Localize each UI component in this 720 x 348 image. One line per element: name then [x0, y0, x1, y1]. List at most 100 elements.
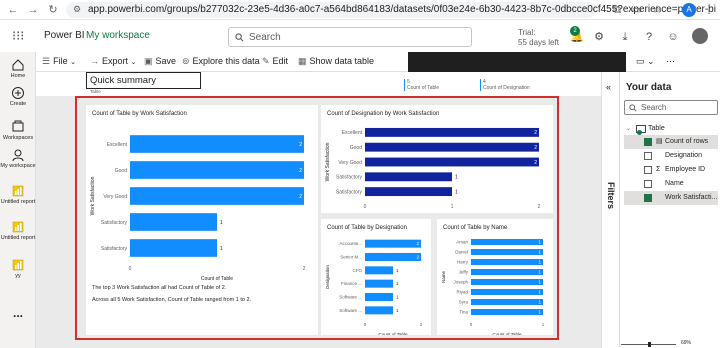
- field-name[interactable]: Name: [624, 177, 718, 191]
- search-icon: [235, 33, 244, 42]
- bar-chart: NameAman 1Daniel 1Harry 1Jeffy 1Joseph 1Riyad…: [441, 239, 545, 335]
- bar-chart: DesignationAccounte... 2Senior M... 2CFO 1F…: [325, 239, 423, 335]
- data-label: 1: [396, 281, 399, 286]
- category-label: Satisfactory: [336, 175, 363, 181]
- bar: [130, 161, 304, 179]
- y-axis-label: Work Satisfaction: [90, 176, 96, 215]
- data-search-input[interactable]: Search: [624, 100, 718, 115]
- chart-card-table-by-designation[interactable]: Count of Table by Designation Designatio…: [321, 219, 431, 335]
- report-icon: [12, 259, 24, 271]
- checkbox-icon[interactable]: [644, 152, 652, 160]
- export-menu[interactable]: → Export ⌄: [90, 56, 136, 66]
- workspace-link[interactable]: My workspace: [86, 30, 150, 41]
- table-node[interactable]: ⌄ Table: [624, 122, 718, 136]
- bar: [365, 127, 539, 137]
- profile-avatar[interactable]: A: [682, 3, 696, 17]
- bar: [130, 239, 217, 257]
- kpi-card: 5 Count of Table: [404, 79, 439, 91]
- checkbox-checked-icon[interactable]: [644, 138, 652, 146]
- chart-card-table-by-name[interactable]: Count of Table by Name Name Aman 1 Daniel 1 H…: [437, 219, 553, 335]
- nav-untitled-report-2[interactable]: Untitled report: [0, 220, 36, 242]
- chevron-down-icon: ⌄: [70, 59, 76, 66]
- nav-home[interactable]: Home: [0, 58, 36, 80]
- file-icon: ☰: [42, 56, 51, 66]
- bar: [130, 187, 304, 205]
- app-launcher-icon[interactable]: ⁝⁝⁝: [12, 28, 24, 44]
- field-employee-id[interactable]: Σ Employee ID: [624, 163, 718, 177]
- forward-icon[interactable]: →: [26, 3, 40, 17]
- summary-line-1: The top 3 Work Satisfaction all had Coun…: [92, 285, 227, 291]
- bar: [471, 269, 543, 275]
- more-options-icon[interactable]: ⋯: [666, 56, 675, 67]
- zoom-control[interactable]: 69%: [601, 340, 720, 348]
- download-icon[interactable]: ⤓: [618, 30, 632, 44]
- category-label: Satisfactory: [101, 220, 128, 226]
- ribbon-overlay: [408, 52, 626, 72]
- nav-untitled-report-1[interactable]: Untitled report: [0, 184, 36, 206]
- category-label: Tina: [459, 310, 468, 315]
- nav-my-workspace[interactable]: My workspace: [0, 148, 36, 170]
- browser-menu-icon[interactable]: ⋮: [702, 3, 716, 17]
- chart-title: Count of Table by Designation: [327, 225, 407, 231]
- save-button[interactable]: ▣ Save: [144, 56, 176, 67]
- extensions-icon[interactable]: ⧉: [610, 3, 624, 17]
- app-name[interactable]: Power BI: [44, 30, 85, 41]
- data-label: 1: [455, 189, 458, 195]
- file-menu[interactable]: ☰ File ⌄: [42, 56, 76, 67]
- favorites-icon[interactable]: ☆: [650, 3, 664, 17]
- checkbox-icon[interactable]: [644, 180, 652, 188]
- more-icon[interactable]: ...: [0, 306, 36, 320]
- expand-icon[interactable]: «: [606, 82, 611, 92]
- data-label: 2: [299, 194, 302, 200]
- category-label: Very Good: [103, 194, 127, 200]
- search-input[interactable]: Search: [228, 27, 472, 47]
- category-label: Excellent: [107, 142, 128, 148]
- kpi-label: Count of Designation: [483, 85, 530, 91]
- category-label: Good: [115, 168, 127, 174]
- tick-label: 0: [470, 322, 473, 327]
- edit-icon: ✎: [262, 56, 270, 66]
- chevron-down-icon: ⌄: [626, 126, 632, 132]
- bar: [471, 249, 543, 255]
- sidebar-icon[interactable]: ▭: [630, 3, 644, 17]
- bar: [471, 299, 543, 305]
- filters-pane-collapsed[interactable]: « Filters: [601, 72, 619, 348]
- tick-label: 2: [303, 266, 306, 272]
- category-label: Daniel: [455, 250, 468, 255]
- help-icon[interactable]: ?: [642, 30, 656, 44]
- nav-yy[interactable]: yy: [0, 258, 36, 280]
- bar: [365, 253, 421, 261]
- address-bar[interactable]: ⚙ app.powerbi.com/groups/b277032c-23e5-4…: [66, 2, 716, 18]
- field-count-of-rows[interactable]: ▤ Count of rows: [624, 135, 718, 149]
- bar: [365, 266, 393, 275]
- data-label: 1: [396, 308, 399, 313]
- calculator-icon: ▤: [656, 138, 663, 145]
- tick-label: 0: [364, 204, 367, 210]
- nav-workspaces[interactable]: Workspaces: [0, 120, 36, 142]
- bar: [365, 172, 452, 182]
- report-title[interactable]: Quick summary: [86, 72, 201, 89]
- nav-create[interactable]: Create: [0, 86, 36, 108]
- feedback-icon[interactable]: ☺: [666, 30, 680, 44]
- category-label: Riyad: [456, 290, 468, 295]
- chevron-down-icon: ⌄: [130, 59, 137, 66]
- account-avatar[interactable]: [692, 28, 708, 44]
- checkbox-checked-icon[interactable]: [644, 194, 652, 202]
- reload-icon[interactable]: ↻: [46, 3, 60, 17]
- checkbox-icon[interactable]: [644, 166, 652, 174]
- view-menu[interactable]: ▭ ⌄: [636, 56, 655, 67]
- back-icon[interactable]: ←: [6, 3, 20, 17]
- y-axis-label: Name: [441, 271, 446, 284]
- field-work-satisfaction[interactable]: Work Satisfacti...: [624, 191, 718, 205]
- show-data-table-button[interactable]: ▦ Show data table: [298, 56, 374, 67]
- edit-button[interactable]: ✎ Edit: [262, 56, 288, 67]
- chart-card-work-satisfaction[interactable]: Count of Table by Work Satisfaction Work…: [86, 105, 318, 335]
- zoom-slider-thumb[interactable]: [648, 342, 651, 347]
- site-info-icon[interactable]: ⚙: [73, 4, 81, 15]
- chart-card-designation-by-satisfaction[interactable]: Count of Designation by Work Satisfactio…: [321, 105, 553, 213]
- category-label: Syra: [459, 300, 469, 305]
- chart-title: Count of Table by Work Satisfaction: [92, 111, 187, 117]
- explore-button[interactable]: ⊚ Explore this data: [182, 56, 260, 67]
- field-designation[interactable]: Designation: [624, 149, 718, 163]
- settings-icon[interactable]: ⚙: [592, 30, 606, 44]
